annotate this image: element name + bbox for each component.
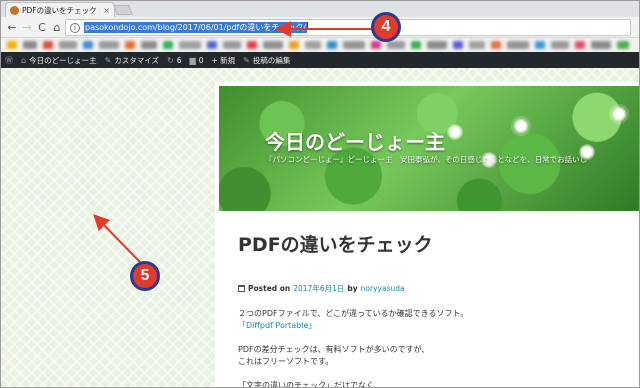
bookmark-item[interactable] [411,41,421,49]
forward-arrow-icon[interactable]: → [20,20,34,34]
admin-customize[interactable]: ✎ カスタマイズ [101,55,163,66]
bookmark-item[interactable] [83,41,93,49]
address-bar[interactable]: i pasokondojo.com/blog/2017/06/01/pdfの違い… [65,19,631,36]
bookmark-item[interactable] [507,41,529,49]
site-favicon-icon [10,5,19,15]
comment-icon: ▆ [189,55,196,65]
tab-strip: PDFの違いをチェック | 今日 × [1,1,639,17]
calendar-icon [238,285,245,292]
bookmark-item[interactable] [343,41,365,49]
home-icon[interactable]: ⌂ [50,20,64,34]
diffpdf-link[interactable]: 「Diffpdf Portable」 [238,320,628,332]
bookmark-item[interactable] [163,41,173,49]
post-title: PDFの違いをチェック [238,234,433,256]
admin-updates[interactable]: ↻ 6 [163,56,185,65]
bookmark-item[interactable] [263,41,283,49]
body-line: これはフリーソフトです。 [238,357,334,366]
bookmark-item[interactable] [179,41,201,49]
bookmark-item[interactable] [207,41,217,49]
post-date-link[interactable]: 2017年6月1日 [293,283,344,294]
bookmark-item[interactable] [535,41,545,49]
bookmark-item[interactable] [7,41,17,49]
body-line: ２つのPDFファイルで、どこが違っているか確認できるソフト。 [238,309,469,318]
bookmark-item[interactable] [575,41,585,49]
text-cursor-icon: Ι [306,21,309,32]
brush-icon: ✎ [104,55,112,65]
bookmark-item[interactable] [247,41,257,49]
bookmark-item[interactable] [223,41,241,49]
admin-edit-post[interactable]: ✎ 投稿の編集 [239,55,294,66]
bookmark-item[interactable] [427,41,447,49]
bookmark-item[interactable] [289,41,299,49]
admin-site-name[interactable]: ⌂ 今日のどーじょー主 [17,55,101,66]
main-content: 今日のどーじょー主 『パソコンどーじょー』どーじょー主 安田泰弘が、その日感じた… [215,82,639,388]
bookmark-item[interactable] [371,41,381,49]
post-body: ２つのPDFファイルで、どこが違っているか確認できるソフト。 「Diffpdf … [238,308,628,388]
bookmark-item[interactable] [591,41,611,49]
clover-flower [447,124,463,140]
home-icon: ⌂ [21,55,27,65]
back-arrow-icon[interactable]: ← [5,20,19,34]
annotation-badge-4: 4 [371,12,401,42]
site-info-icon[interactable]: i [70,23,80,33]
bookmark-item[interactable] [59,41,77,49]
bookmark-item[interactable] [99,41,119,49]
bookmark-item[interactable] [305,41,321,49]
close-tab-icon[interactable]: × [103,6,110,15]
author-link[interactable]: noryyasuda [361,284,405,293]
url-text[interactable]: pasokondojo.com/blog/2017/06/01/pdfの違いをチ… [84,22,308,33]
bookmark-item[interactable] [469,41,485,49]
bookmark-item[interactable] [387,41,405,49]
annotation-badge-5: 5 [130,261,160,291]
updates-icon: ↻ [167,55,174,65]
bookmark-item[interactable] [43,41,53,49]
post-meta: Posted on 2017年6月1日 by noryyasuda [238,283,405,294]
admin-new[interactable]: + 新規 [207,55,239,66]
site-description: 『パソコンどーじょー』どーじょー主 安田泰弘が、その日感じたことなどを、日常でお… [265,155,588,164]
new-tab-button[interactable] [113,5,133,15]
page-background: 今日のどーじょー主 『パソコンどーじょー』どーじょー主 安田泰弘が、その日感じた… [1,68,639,388]
browser-window: PDFの違いをチェック | 今日 × ← → C ⌂ i pasokondojo… [0,0,640,388]
clover-flower [609,104,629,124]
wp-admin-bar: Ⓦ ⌂ 今日のどーじょー主 ✎ カスタマイズ ↻ 6 ▆ 0 + 新規 ✎ 投稿の編集 [1,52,639,68]
browser-tab[interactable]: PDFの違いをチェック | 今日 × [5,2,115,17]
bookmark-item[interactable] [125,41,135,49]
clover-flower [511,116,531,136]
bookmark-item[interactable] [551,41,569,49]
browser-toolbar: ← → C ⌂ i pasokondojo.com/blog/2017/06/0… [1,17,639,38]
reload-icon[interactable]: C [35,20,49,34]
bookmarks-bar [1,38,639,52]
pencil-icon: ✎ [243,55,250,65]
bookmark-item[interactable] [453,41,463,49]
body-line: PDFの差分チェックは、有料ソフトが多いのですが、 [238,345,430,354]
bookmark-item[interactable] [617,41,629,49]
bookmark-item[interactable] [491,41,501,49]
bookmark-item[interactable] [141,41,157,49]
bookmark-item[interactable] [327,41,337,49]
wordpress-logo-icon[interactable]: Ⓦ [1,55,17,66]
header-image: 今日のどーじょー主 『パソコンどーじょー』どーじょー主 安田泰弘が、その日感じた… [219,86,639,211]
admin-comments[interactable]: ▆ 0 [186,56,208,65]
tab-title: PDFの違いをチェック | 今日 [22,5,100,15]
bookmark-item[interactable] [23,41,37,49]
body-line: 「文字の違いのチェック」だけでなく、 [238,381,382,388]
site-title[interactable]: 今日のどーじょー主 [265,126,445,155]
